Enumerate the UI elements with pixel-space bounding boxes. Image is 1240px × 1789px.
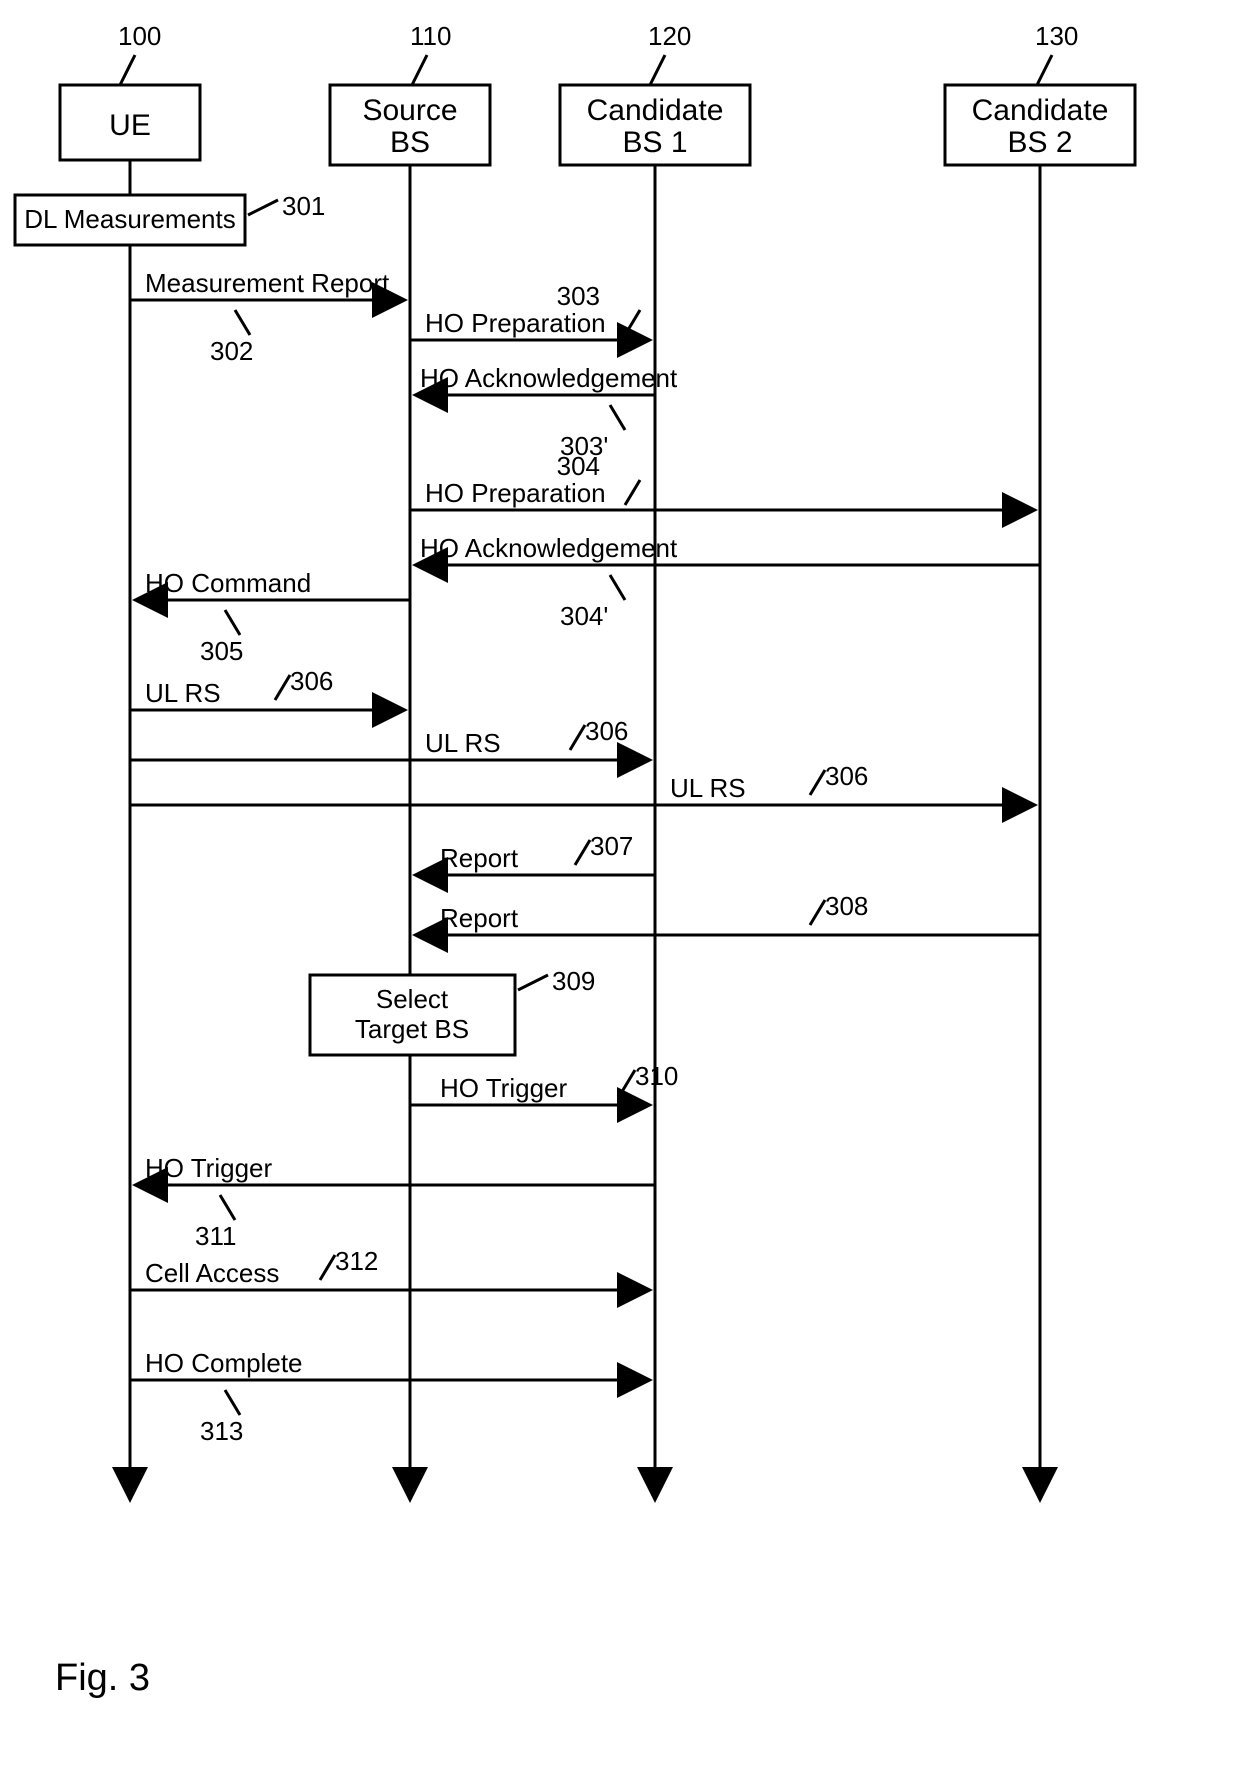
ref-306b: 306 <box>585 716 628 746</box>
ref-src: 110 <box>410 21 451 51</box>
msg-ho-ack-1-label: HO Acknowledgement <box>420 363 678 393</box>
node-dl-measurements-label: DL Measurements <box>24 204 235 234</box>
node-select-target-bs-label-2: Target BS <box>355 1014 469 1044</box>
ref-ue: 100 <box>118 21 161 51</box>
msg-ho-prep-2-label: HO Preparation <box>425 478 606 508</box>
ref-309: 309 <box>552 966 595 996</box>
msg-ho-trigger-bs-label: HO Trigger <box>440 1073 567 1103</box>
msg-measurement-report-label: Measurement Report <box>145 268 390 298</box>
ref-313: 313 <box>200 1416 243 1446</box>
msg-ul-rs-c-label: UL RS <box>670 773 746 803</box>
actor-source-bs-label-1: Source <box>362 94 457 127</box>
msg-ho-command-label: HO Command <box>145 568 311 598</box>
ref-312: 312 <box>335 1246 378 1276</box>
ref-307: 307 <box>590 831 633 861</box>
ref-311: 311 <box>195 1221 236 1251</box>
ref-306c: 306 <box>825 761 868 791</box>
ref-dl-measurements: 301 <box>282 191 325 221</box>
ref-304p: 304' <box>560 601 608 631</box>
actor-cand-bs2-label-2: BS 2 <box>1007 126 1072 159</box>
ref-cand2: 130 <box>1035 21 1078 51</box>
node-select-target-bs-label-1: Select <box>376 984 449 1014</box>
figure-label: Fig. 3 <box>55 1657 150 1699</box>
ref-302: 302 <box>210 336 253 366</box>
msg-cell-access-label: Cell Access <box>145 1258 279 1288</box>
ref-308: 308 <box>825 891 868 921</box>
msg-ho-ack-2-label: HO Acknowledgement <box>420 533 678 563</box>
ref-cand1: 120 <box>648 21 691 51</box>
actor-cand-bs2-label-1: Candidate <box>972 94 1109 127</box>
msg-ul-rs-a-label: UL RS <box>145 678 221 708</box>
actor-source-bs-label-2: BS <box>390 126 430 159</box>
sequence-diagram: 100 110 120 130 UE Source BS Candidate B… <box>0 0 1240 1789</box>
ref-305: 305 <box>200 636 243 666</box>
msg-ho-prep-1-label: HO Preparation <box>425 308 606 338</box>
msg-ho-complete-label: HO Complete <box>145 1348 303 1378</box>
msg-report-2-label: Report <box>440 903 519 933</box>
ref-310: 310 <box>635 1061 678 1091</box>
actor-cand-bs1-label-1: Candidate <box>587 94 724 127</box>
msg-report-1-label: Report <box>440 843 519 873</box>
ref-304: 304 <box>557 451 600 481</box>
actor-cand-bs1-label-2: BS 1 <box>622 126 687 159</box>
ref-303: 303 <box>557 281 600 311</box>
actor-ue-label: UE <box>109 109 151 142</box>
msg-ul-rs-b-label: UL RS <box>425 728 501 758</box>
ref-306a: 306 <box>290 666 333 696</box>
msg-ho-trigger-ue-label: HO Trigger <box>145 1153 272 1183</box>
